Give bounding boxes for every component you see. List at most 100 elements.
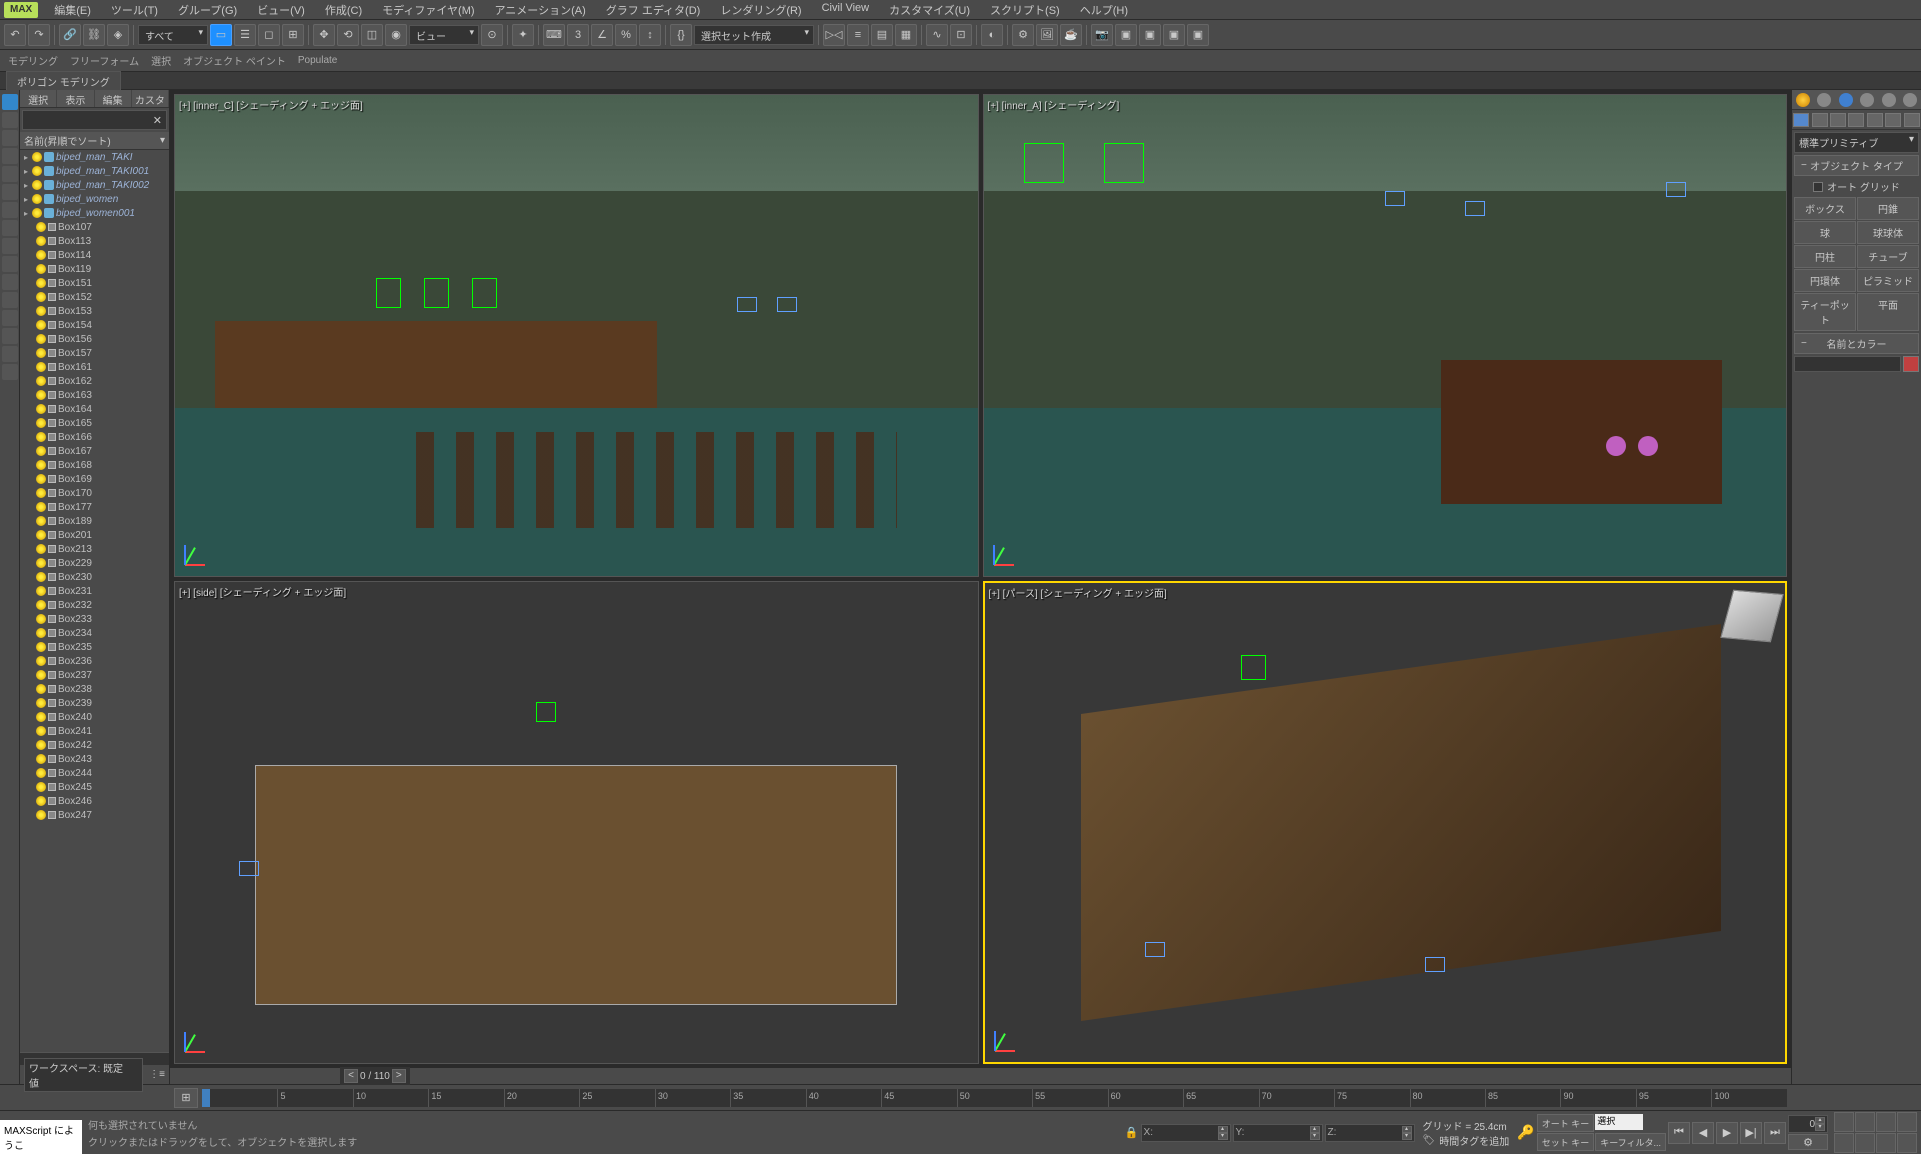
visibility-bulb-icon[interactable] [36,768,46,778]
visibility-bulb-icon[interactable] [36,460,46,470]
tree-row[interactable]: Box151 [20,276,169,290]
ribbon-tab-populate[interactable]: Populate [298,55,337,66]
visibility-bulb-icon[interactable] [36,362,46,372]
visibility-bulb-icon[interactable] [36,712,46,722]
primitive-button[interactable]: 円錐 [1857,197,1919,220]
tree-row[interactable]: Box156 [20,332,169,346]
select-by-name-button[interactable]: ☰ [234,24,256,46]
tree-row[interactable]: Box239 [20,696,169,710]
visibility-bulb-icon[interactable] [36,782,46,792]
visibility-bulb-icon[interactable] [36,516,46,526]
visibility-bulb-icon[interactable] [32,166,42,176]
menu-item[interactable]: スクリプト(S) [980,0,1070,20]
tree-row[interactable]: Box157 [20,346,169,360]
visibility-bulb-icon[interactable] [36,404,46,414]
render-frame-button[interactable]: 🖼 [1036,24,1058,46]
scene-search-input[interactable]: ✕ [22,110,167,130]
selection-set-dropdown[interactable]: 選択セット作成 [694,25,814,45]
undo-button[interactable]: ↶ [4,24,26,46]
visibility-bulb-icon[interactable] [36,642,46,652]
rail-icon-9[interactable] [2,238,18,254]
zoom-extents-button[interactable] [1876,1112,1896,1132]
tree-row[interactable]: Box242 [20,738,169,752]
menu-item[interactable]: ヘルプ(H) [1070,0,1138,20]
bind-button[interactable]: ◈ [107,24,129,46]
subcategory-lights-icon[interactable] [1830,113,1846,127]
tree-row[interactable]: Box165 [20,416,169,430]
tree-row[interactable]: Box177 [20,500,169,514]
workspace-settings-icon[interactable]: ⋮≡ [149,1069,165,1080]
visibility-bulb-icon[interactable] [36,502,46,512]
frame-navigator[interactable]: < 0 / 110 > [340,1067,410,1085]
render-preset3-button[interactable]: ▣ [1163,24,1185,46]
menu-item[interactable]: モディファイヤ(M) [372,0,484,20]
primitive-button[interactable]: 球 [1794,221,1856,244]
rail-icon-8[interactable] [2,220,18,236]
percent-snap-button[interactable]: % [615,24,637,46]
tree-row[interactable]: Box247 [20,808,169,822]
visibility-bulb-icon[interactable] [36,656,46,666]
primitive-button[interactable]: ピラミッド [1857,269,1919,292]
visibility-bulb-icon[interactable] [36,334,46,344]
primitive-class-dropdown[interactable]: 標準プリミティブ [1794,132,1919,153]
subcategory-geometry-icon[interactable] [1793,113,1809,127]
visibility-bulb-icon[interactable] [36,474,46,484]
pivot-center-button[interactable]: ⊙ [481,24,503,46]
keyboard-shortcut-button[interactable]: ⌨ [543,24,565,46]
rail-scene-explorer-icon[interactable] [2,94,18,110]
tree-row[interactable]: Box233 [20,612,169,626]
viewport-bottom-left[interactable]: [+] [side] [シェーディング + エッジ面] [174,581,979,1064]
menu-item[interactable]: Civil View [812,0,879,20]
close-icon[interactable]: ✕ [153,114,162,127]
scene-tab-display[interactable]: 表示 [57,90,94,107]
unlink-button[interactable]: ⛓ [83,24,105,46]
tree-row[interactable]: Box244 [20,766,169,780]
zoom-all-button[interactable] [1855,1112,1875,1132]
visibility-bulb-icon[interactable] [36,544,46,554]
menu-item[interactable]: 作成(C) [315,0,372,20]
tree-row[interactable]: Box107 [20,220,169,234]
visibility-bulb-icon[interactable] [36,684,46,694]
primitive-button[interactable]: 球球体 [1857,221,1919,244]
pan-button[interactable] [1855,1133,1875,1153]
time-config-button[interactable]: ⚙ [1788,1134,1828,1150]
rail-icon-2[interactable] [2,112,18,128]
tree-row[interactable]: Box154 [20,318,169,332]
object-type-rollout-header[interactable]: − オブジェクト タイプ [1794,155,1919,176]
visibility-bulb-icon[interactable] [36,432,46,442]
viewport-br-label[interactable]: [+] [パース] [シェーディング + エッジ面] [989,585,1167,600]
rail-icon-7[interactable] [2,202,18,218]
tree-row[interactable]: Box201 [20,528,169,542]
viewport-tr-label[interactable]: [+] [inner_A] [シェーディング] [988,97,1120,112]
tree-row[interactable]: Box168 [20,458,169,472]
viewport-bl-label[interactable]: [+] [side] [シェーディング + エッジ面] [179,584,346,599]
rotate-button[interactable]: ⟲ [337,24,359,46]
scene-tab-edit[interactable]: 編集 [95,90,132,107]
display-category-icon[interactable] [1882,93,1896,107]
visibility-bulb-icon[interactable] [36,726,46,736]
visibility-bulb-icon[interactable] [36,222,46,232]
material-editor-button[interactable]: ◐ [981,24,1003,46]
tree-collapse-icon[interactable]: ▸ [22,209,30,218]
object-color-swatch[interactable] [1903,356,1919,372]
menu-item[interactable]: レンダリング(R) [710,0,811,20]
visibility-bulb-icon[interactable] [36,292,46,302]
tree-row[interactable]: Box232 [20,598,169,612]
tree-row[interactable]: Box240 [20,710,169,724]
menu-item[interactable]: カスタマイズ(U) [879,0,980,20]
tree-collapse-icon[interactable]: ▸ [22,195,30,204]
tree-row[interactable]: Box189 [20,514,169,528]
tree-row[interactable]: Box213 [20,542,169,556]
window-crossing-button[interactable]: ⊞ [282,24,304,46]
layers-button[interactable]: ▤ [871,24,893,46]
tree-row[interactable]: Box113 [20,234,169,248]
setkey-button[interactable]: セット キー [1537,1133,1595,1151]
tree-row[interactable]: Box161 [20,360,169,374]
subcategory-helpers-icon[interactable] [1867,113,1883,127]
workspace-dropdown[interactable]: ワークスペース: 既定値 [24,1058,143,1092]
tree-row[interactable]: Box169 [20,472,169,486]
visibility-bulb-icon[interactable] [36,670,46,680]
maxscript-listener[interactable]: MAXScript にようこ [0,1120,82,1154]
primitive-button[interactable]: 円環体 [1794,269,1856,292]
menu-item[interactable]: 編集(E) [44,0,101,20]
